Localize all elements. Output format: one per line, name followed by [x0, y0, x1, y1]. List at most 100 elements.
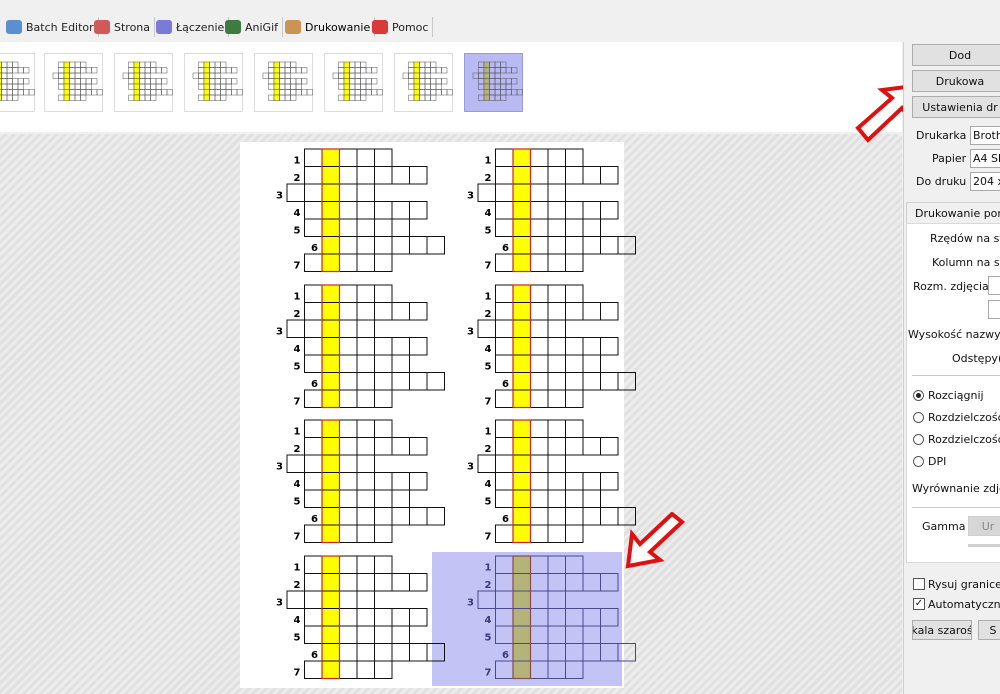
grid-cell	[495, 218, 514, 237]
highlight-cell	[321, 555, 340, 574]
grid-cell	[495, 573, 514, 592]
grid-cell	[477, 183, 496, 202]
grid-cell	[582, 472, 601, 491]
grid-cell	[547, 437, 566, 456]
grid-cell	[565, 372, 584, 391]
grid-cell	[582, 236, 601, 255]
printer-settings-button[interactable]: Ustawienia dr	[912, 96, 1000, 118]
grid-cell	[304, 524, 323, 543]
grid-cell	[304, 419, 323, 438]
page-thumbnail[interactable]	[254, 53, 313, 112]
print-button[interactable]: Drukowa	[912, 70, 1000, 92]
tab-label: Pomoc	[392, 20, 429, 34]
grid-cell	[530, 354, 549, 373]
grid-cell	[339, 454, 358, 473]
highlight-cell	[321, 590, 340, 609]
tab-drukowanie[interactable]: Drukowanie	[285, 17, 376, 37]
tab-pomoc[interactable]: Pomoc	[372, 17, 434, 37]
grid-cell	[356, 284, 375, 303]
highlight-cell	[321, 489, 340, 508]
grid-cell	[582, 625, 601, 644]
grid-cell	[356, 454, 375, 473]
grid-cell	[547, 372, 566, 391]
grid-cell	[339, 625, 358, 644]
clue-number: 6	[502, 243, 509, 254]
grid-cell	[339, 555, 358, 574]
grid-cell	[477, 319, 496, 338]
page-thumbnail[interactable]	[184, 53, 243, 112]
page-thumbnail[interactable]	[324, 53, 383, 112]
grid-cell	[547, 489, 566, 508]
grid-cell	[495, 489, 514, 508]
grid-cell	[339, 573, 358, 592]
grid-cell	[565, 419, 584, 438]
highlight-cell	[512, 625, 531, 644]
grid-cell	[356, 555, 375, 574]
tab-strona[interactable]: Strona	[94, 17, 156, 37]
grid-cell	[304, 302, 323, 321]
radio-resolution-1[interactable]	[913, 412, 924, 423]
s-button[interactable]: S	[978, 620, 1000, 640]
grid-cell	[530, 148, 549, 167]
grid-cell	[547, 389, 566, 408]
name-height-label: Wysokość nazwy	[908, 328, 1000, 341]
grid-cell	[565, 437, 584, 456]
clue-number: 5	[485, 362, 492, 373]
gamma-button[interactable]: Ur	[968, 516, 1000, 536]
grid-cell	[409, 337, 428, 356]
grid-cell	[356, 419, 375, 438]
grid-cell	[356, 183, 375, 202]
gamma-slider[interactable]	[968, 544, 1000, 547]
grid-cell	[339, 472, 358, 491]
page-thumbnail[interactable]	[0, 53, 35, 112]
grid-cell	[495, 608, 514, 627]
grid-cell	[565, 201, 584, 220]
add-button[interactable]: Dod	[912, 44, 1000, 66]
clue-number: 1	[485, 563, 492, 574]
to-print-label: Do druku	[916, 175, 967, 188]
grid-cell	[530, 437, 549, 456]
clue-number: 7	[485, 261, 492, 272]
grid-cell	[495, 302, 514, 321]
clue-number: 5	[294, 633, 301, 644]
grid-cell	[582, 489, 601, 508]
grid-cell	[391, 608, 410, 627]
grid-cell	[495, 472, 514, 491]
image-size-width-field[interactable]	[988, 276, 1000, 295]
tab-łączenie[interactable]: Łączenie	[156, 17, 230, 37]
grid-cell	[304, 218, 323, 237]
draw-borders-checkbox[interactable]	[913, 578, 925, 590]
grid-cell	[374, 608, 393, 627]
separator	[912, 375, 1000, 376]
grid-cell	[547, 507, 566, 526]
grid-cell	[495, 284, 514, 303]
clue-number: 4	[294, 479, 301, 490]
image-size-height-field[interactable]	[988, 300, 1000, 319]
red-arrow-pointer-bottom	[625, 512, 686, 569]
radio-dpi[interactable]	[913, 456, 924, 467]
grid-cell	[426, 507, 445, 526]
grid-cell	[391, 302, 410, 321]
paper-field[interactable]: A4 Sh	[970, 149, 1000, 168]
grid-cell	[304, 608, 323, 627]
grid-cell	[495, 201, 514, 220]
auto-checkbox[interactable]: ✓	[913, 598, 925, 610]
grayscale-button[interactable]: kala szaroś	[912, 620, 972, 640]
printer-field[interactable]: Broth	[970, 126, 1000, 145]
radio-resolution-2[interactable]	[913, 434, 924, 445]
printer-label: Drukarka	[916, 129, 967, 142]
page-thumbnail[interactable]	[394, 53, 453, 112]
grid-cell	[547, 419, 566, 438]
to-print-field[interactable]: 204 x	[970, 172, 1000, 191]
page-thumbnail[interactable]	[44, 53, 103, 112]
tab-print-layout[interactable]: Drukowanie por	[906, 202, 1000, 224]
tab-batch-editor[interactable]: Batch Editor	[6, 17, 99, 37]
radio-stretch[interactable]	[913, 390, 924, 401]
grid-cell	[547, 183, 566, 202]
tab-anigif[interactable]: AniGif	[225, 17, 284, 37]
grid-cell	[374, 302, 393, 321]
page-thumbnail[interactable]	[464, 53, 523, 112]
grid-cell	[565, 489, 584, 508]
grid-cell	[547, 148, 566, 167]
page-thumbnail[interactable]	[114, 53, 173, 112]
